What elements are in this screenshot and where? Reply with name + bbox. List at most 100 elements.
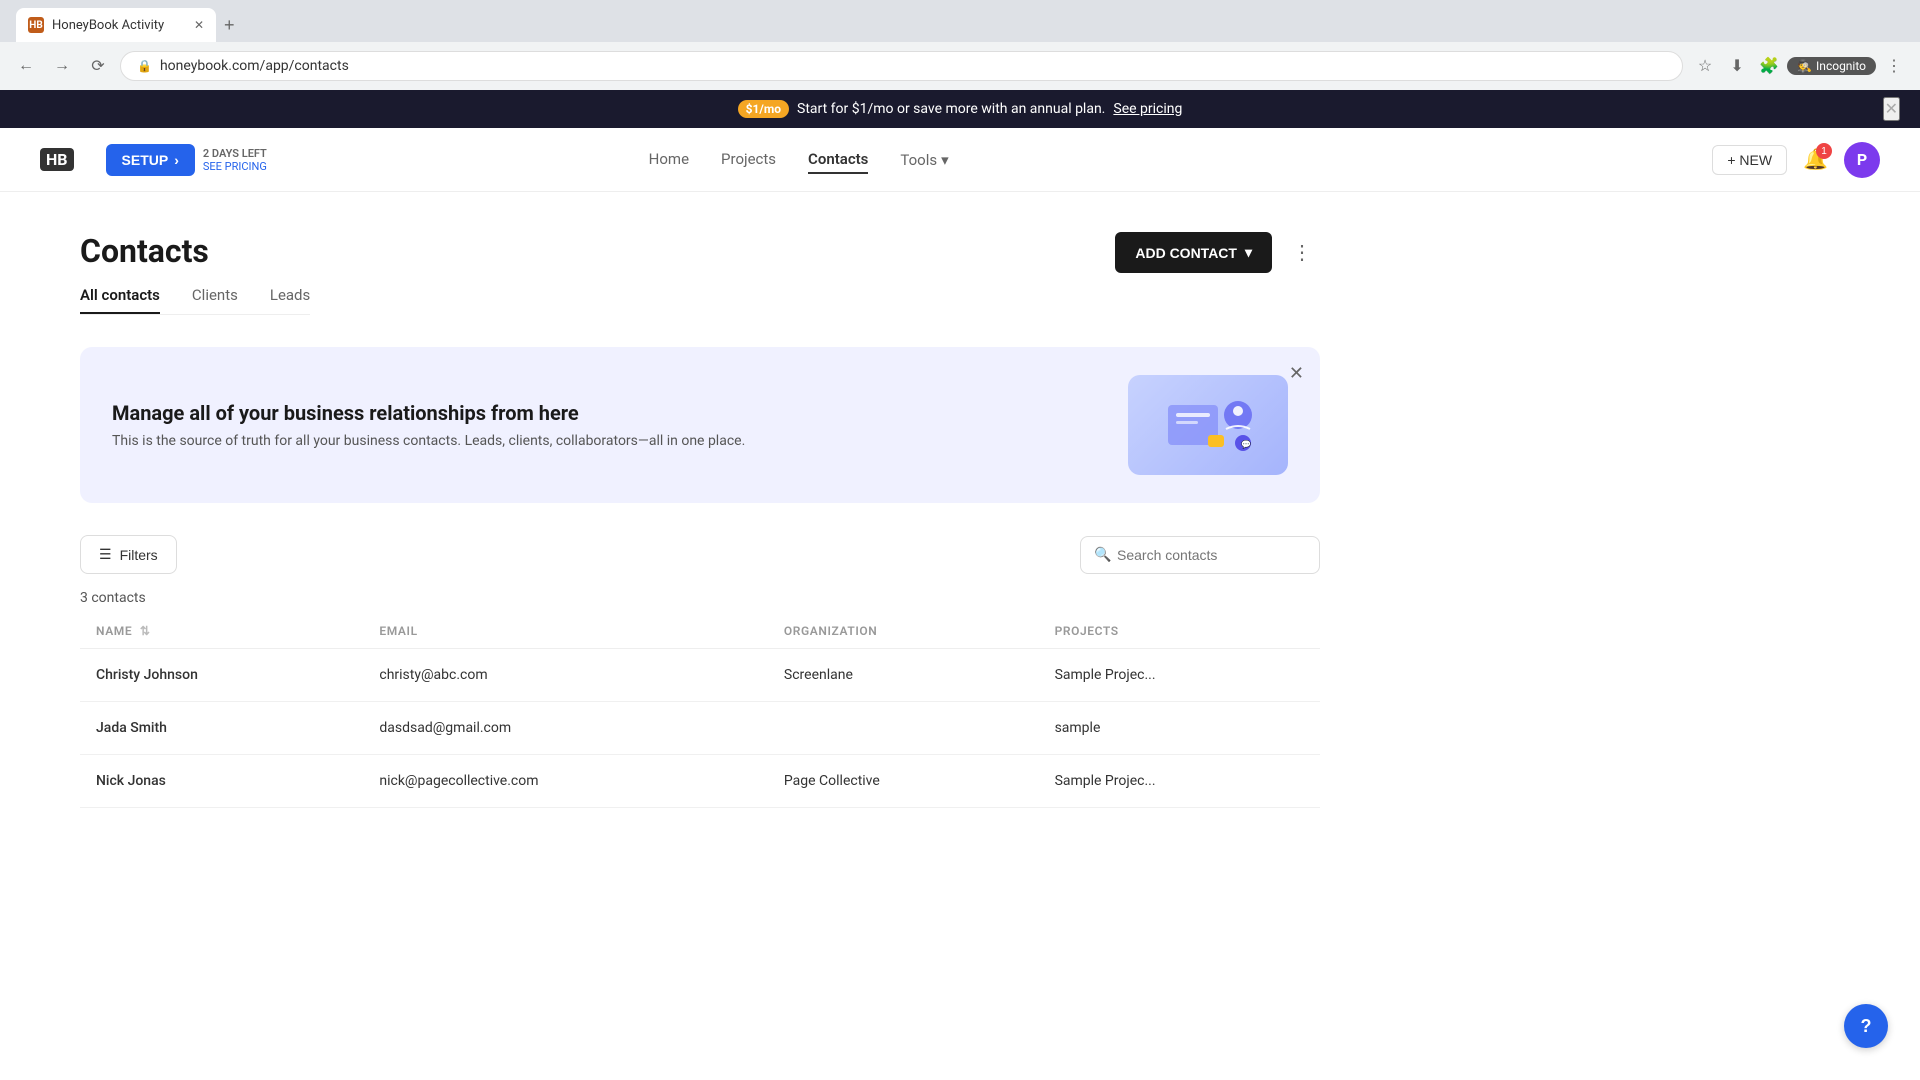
contact-projects: sample [1039, 702, 1320, 755]
nav-contacts[interactable]: Contacts [808, 146, 868, 174]
tab-clients[interactable]: Clients [192, 286, 238, 314]
contact-projects: Sample Projec... [1039, 649, 1320, 702]
contact-email: dasdsad@gmail.com [363, 702, 768, 755]
avatar[interactable]: P [1844, 142, 1880, 178]
banner-close-button[interactable]: ✕ [1883, 97, 1900, 121]
table-header: NAME ⇅ EMAIL ORGANIZATION PROJECTS [80, 614, 1320, 649]
table-row[interactable]: Christy Johnson christy@abc.com Screenla… [80, 649, 1320, 702]
info-banner-heading: Manage all of your business relationship… [112, 401, 745, 425]
setup-info: 2 DAYS LEFT SEE PRICING [203, 147, 267, 173]
more-options-button[interactable]: ⋮ [1284, 235, 1320, 271]
incognito-icon: 🕵 [1797, 59, 1812, 73]
contact-name: Nick Jonas [80, 755, 363, 808]
tab-title: HoneyBook Activity [52, 18, 186, 33]
nav-home[interactable]: Home [649, 146, 689, 174]
new-button[interactable]: + NEW [1712, 145, 1787, 175]
info-banner: Manage all of your business relationship… [80, 347, 1320, 503]
info-banner-illustration: 💬 [1128, 375, 1288, 475]
tab-all-contacts[interactable]: All contacts [80, 286, 160, 314]
url-text: honeybook.com/app/contacts [160, 58, 1666, 74]
contact-organization [768, 702, 1039, 755]
table-row[interactable]: Nick Jonas nick@pagecollective.com Page … [80, 755, 1320, 808]
nav-projects[interactable]: Projects [721, 146, 776, 174]
tab-leads[interactable]: Leads [270, 286, 310, 314]
info-banner-close-button[interactable]: ✕ [1289, 363, 1304, 384]
incognito-label: Incognito [1816, 59, 1866, 73]
page-actions: ADD CONTACT ▾ ⋮ [1115, 232, 1320, 273]
col-email: EMAIL [363, 614, 768, 649]
browser-chrome: HB HoneyBook Activity ✕ + ← → ⟳ 🔒 honeyb… [0, 0, 1920, 90]
contact-email: nick@pagecollective.com [363, 755, 768, 808]
contact-name: Jada Smith [80, 702, 363, 755]
lock-icon: 🔒 [137, 59, 152, 73]
nav-actions: ☆ ⬇ 🧩 🕵 Incognito ⋮ [1691, 52, 1908, 80]
banner-text: Start for $1/mo or save more with an ann… [797, 101, 1105, 117]
col-name-label: NAME [96, 624, 132, 638]
filters-button[interactable]: ☰ Filters [80, 535, 177, 574]
add-contact-chevron-icon: ▾ [1245, 244, 1252, 261]
new-button-label: + NEW [1727, 152, 1772, 168]
contacts-controls: ☰ Filters 🔍 [80, 535, 1320, 574]
info-banner-body: This is the source of truth for all your… [112, 433, 745, 449]
reload-button[interactable]: ⟳ [84, 52, 112, 80]
contacts-count: 3 contacts [80, 590, 1320, 606]
info-banner-text: Manage all of your business relationship… [112, 401, 745, 449]
nav-tools[interactable]: Tools ▾ [900, 146, 948, 174]
col-organization: ORGANIZATION [768, 614, 1039, 649]
tools-label: Tools [900, 151, 937, 169]
download-button[interactable]: ⬇ [1723, 52, 1751, 80]
app-wrapper: $1/mo Start for $1/mo or save more with … [0, 90, 1920, 1080]
app-logo: HB [40, 148, 74, 171]
sort-icon: ⇅ [140, 624, 151, 638]
add-contact-label: ADD CONTACT [1135, 245, 1237, 261]
days-left-label: 2 DAYS LEFT [203, 147, 267, 160]
table-row[interactable]: Jada Smith dasdsad@gmail.com sample [80, 702, 1320, 755]
new-tab-button[interactable]: + [216, 15, 243, 36]
see-pricing-link[interactable]: SEE PRICING [203, 160, 267, 173]
col-name[interactable]: NAME ⇅ [80, 614, 363, 649]
setup-label: SETUP [122, 152, 169, 168]
contact-organization: Screenlane [768, 649, 1039, 702]
contacts-table-body: Christy Johnson christy@abc.com Screenla… [80, 649, 1320, 808]
notifications-button[interactable]: 🔔 1 [1803, 147, 1828, 172]
contact-organization: Page Collective [768, 755, 1039, 808]
page-header: Contacts All contacts Clients Leads ADD … [80, 232, 1320, 315]
page-title: Contacts [80, 232, 310, 270]
contact-projects: Sample Projec... [1039, 755, 1320, 808]
main-nav: Home Projects Contacts Tools ▾ [649, 146, 949, 174]
add-contact-button[interactable]: ADD CONTACT ▾ [1115, 232, 1272, 273]
tab-bar: HB HoneyBook Activity ✕ + [0, 0, 1920, 42]
incognito-badge: 🕵 Incognito [1787, 57, 1876, 75]
bookmark-button[interactable]: ☆ [1691, 52, 1719, 80]
filter-icon: ☰ [99, 546, 112, 563]
banner-badge: $1/mo [738, 100, 789, 118]
contact-name: Christy Johnson [80, 649, 363, 702]
setup-arrow-icon: › [174, 152, 179, 168]
contact-email: christy@abc.com [363, 649, 768, 702]
address-bar[interactable]: 🔒 honeybook.com/app/contacts [120, 51, 1683, 81]
logo-text: HB [40, 148, 74, 171]
notification-badge: 1 [1816, 143, 1832, 159]
col-projects: PROJECTS [1039, 614, 1320, 649]
search-icon: 🔍 [1094, 547, 1111, 563]
search-input[interactable] [1080, 536, 1320, 574]
active-tab[interactable]: HB HoneyBook Activity ✕ [16, 8, 216, 42]
tab-favicon: HB [28, 17, 44, 33]
tools-chevron-icon: ▾ [941, 151, 949, 169]
search-input-wrap: 🔍 [1080, 536, 1320, 574]
contacts-table: NAME ⇅ EMAIL ORGANIZATION PROJECTS Chris… [80, 614, 1320, 808]
help-button[interactable]: ? [1844, 1004, 1888, 1048]
browser-nav: ← → ⟳ 🔒 honeybook.com/app/contacts ☆ ⬇ 🧩… [0, 42, 1920, 90]
page-title-section: Contacts All contacts Clients Leads [80, 232, 310, 315]
setup-button[interactable]: SETUP › [106, 144, 195, 176]
menu-button[interactable]: ⋮ [1880, 52, 1908, 80]
extension-button[interactable]: 🧩 [1755, 52, 1783, 80]
page-tabs: All contacts Clients Leads [80, 286, 310, 315]
header-actions: + NEW 🔔 1 P [1712, 142, 1880, 178]
forward-button[interactable]: → [48, 52, 76, 80]
banner-pricing-link[interactable]: See pricing [1113, 101, 1182, 117]
top-banner: $1/mo Start for $1/mo or save more with … [0, 90, 1920, 128]
app-header: HB SETUP › 2 DAYS LEFT SEE PRICING Home … [0, 128, 1920, 192]
tab-close-icon[interactable]: ✕ [194, 18, 204, 32]
back-button[interactable]: ← [12, 52, 40, 80]
